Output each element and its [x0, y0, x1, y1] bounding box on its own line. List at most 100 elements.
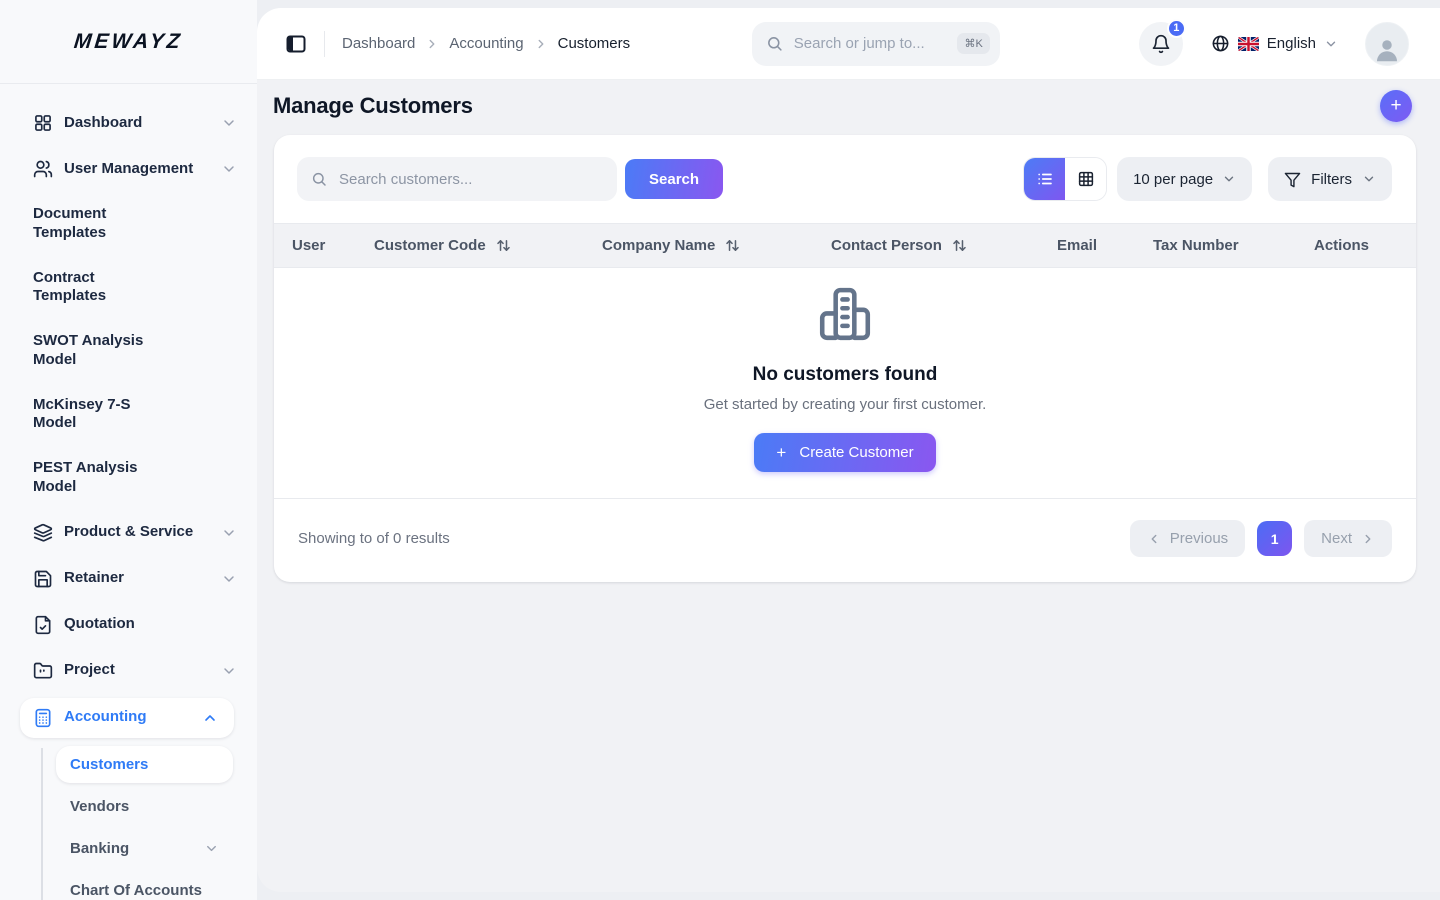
view-toggle — [1023, 157, 1107, 201]
sidebar-item-dashboard[interactable]: Dashboard — [0, 104, 257, 142]
chevron-right-icon — [1361, 532, 1375, 546]
sidebar-subitem-customers[interactable]: Customers — [56, 746, 233, 783]
chevron-left-icon — [1147, 532, 1161, 546]
sidebar-subitem-label: Customers — [70, 756, 148, 773]
grid-view-button[interactable] — [1065, 158, 1106, 200]
create-customer-label: Create Customer — [799, 444, 913, 461]
sidebar: MEWAYZ Dashboard User Management Documen… — [0, 0, 257, 900]
chevron-down-icon — [221, 571, 237, 587]
header-actions: 1 English — [1139, 22, 1409, 66]
sidebar-subitem-banking[interactable]: Banking — [56, 830, 233, 867]
previous-page-button[interactable]: Previous — [1130, 520, 1245, 557]
sidebar-item-product-service[interactable]: Product & Service — [0, 514, 257, 552]
sidebar-item-label: Product & Service — [64, 523, 193, 542]
empty-state-title: No customers found — [274, 364, 1416, 386]
notification-count-badge: 1 — [1167, 19, 1186, 38]
sidebar-item-quotation[interactable]: Quotation — [0, 606, 257, 644]
sidebar-subitem-label: Vendors — [70, 798, 129, 815]
sidebar-item-label: Contract Templates — [33, 269, 171, 307]
add-customer-button[interactable]: + — [1380, 90, 1412, 122]
column-header-user: User — [274, 224, 374, 268]
next-page-button[interactable]: Next — [1304, 520, 1392, 557]
per-page-value: 10 per page — [1133, 171, 1213, 188]
sidebar-item-label: PEST Analysis Model — [33, 459, 171, 497]
notifications-button[interactable]: 1 — [1139, 22, 1183, 66]
column-header-company-name[interactable]: Company Name — [602, 224, 831, 268]
sidebar-item-mckinsey-7s[interactable]: McKinsey 7-S Model — [0, 387, 257, 443]
empty-state: No customers found Get started by creati… — [274, 268, 1416, 498]
breadcrumb-dashboard[interactable]: Dashboard — [342, 35, 415, 52]
filters-button[interactable]: Filters — [1268, 157, 1392, 201]
main-panel: Dashboard Accounting Customers ⌘K 1 Engl… — [257, 8, 1440, 892]
column-header-customer-code[interactable]: Customer Code — [374, 224, 602, 268]
list-view-button[interactable] — [1024, 158, 1065, 200]
chevron-right-icon — [425, 37, 439, 51]
chevron-down-icon — [221, 663, 237, 679]
sidebar-item-user-management[interactable]: User Management — [0, 150, 257, 188]
search-icon — [311, 171, 327, 187]
create-customer-button[interactable]: + Create Customer — [754, 433, 935, 472]
sidebar-item-retainer[interactable]: Retainer — [0, 560, 257, 598]
accounting-submenu: Customers Vendors Banking Chart Of Accou… — [0, 746, 257, 900]
grid-icon — [1077, 170, 1095, 188]
customers-table: User Customer Code Company Name Contact … — [274, 223, 1416, 268]
sidebar-item-label: Document Templates — [33, 205, 171, 243]
sidebar-item-label: Project — [64, 661, 115, 680]
calculator-icon — [33, 708, 53, 728]
card-footer: Showing to of 0 results Previous 1 Next — [274, 499, 1416, 582]
plus-icon: + — [776, 443, 786, 463]
customer-search-input[interactable] — [337, 170, 603, 189]
layers-icon — [33, 523, 53, 543]
folder-icon — [33, 661, 53, 681]
chevron-down-icon — [221, 525, 237, 541]
language-selector[interactable]: English — [1211, 34, 1338, 53]
sidebar-toggle-icon[interactable] — [284, 32, 308, 56]
breadcrumb: Dashboard Accounting Customers — [342, 35, 630, 52]
chevron-up-icon — [202, 710, 218, 726]
keyboard-shortcut-badge: ⌘K — [957, 33, 989, 54]
chevron-right-icon — [534, 37, 548, 51]
user-avatar[interactable] — [1365, 22, 1409, 66]
sidebar-item-label: SWOT Analysis Model — [33, 332, 171, 370]
column-header-contact-person[interactable]: Contact Person — [831, 224, 1057, 268]
save-icon — [33, 569, 53, 589]
sidebar-item-label: Accounting — [64, 708, 147, 727]
top-bar: Dashboard Accounting Customers ⌘K 1 Engl… — [257, 8, 1440, 80]
grid-icon — [33, 113, 53, 133]
results-summary: Showing to of 0 results — [298, 530, 450, 547]
chevron-down-icon — [221, 161, 237, 177]
chevron-down-icon — [1222, 172, 1236, 186]
breadcrumb-accounting[interactable]: Accounting — [449, 35, 523, 52]
sort-icon — [724, 237, 741, 254]
global-search: ⌘K — [752, 22, 1000, 66]
column-header-tax-number: Tax Number — [1153, 224, 1314, 268]
sidebar-item-document-templates[interactable]: Document Templates — [0, 196, 257, 252]
chevron-down-icon — [1324, 37, 1338, 51]
plus-icon: + — [1390, 96, 1401, 115]
sidebar-item-swot-analysis[interactable]: SWOT Analysis Model — [0, 323, 257, 379]
next-label: Next — [1321, 530, 1352, 547]
per-page-select[interactable]: 10 per page — [1117, 157, 1252, 201]
search-icon — [766, 35, 783, 52]
global-search-input[interactable] — [792, 34, 949, 53]
language-label: English — [1267, 35, 1316, 52]
page-title: Manage Customers — [273, 93, 473, 119]
pagination: Previous 1 Next — [1130, 520, 1392, 557]
users-icon — [33, 159, 53, 179]
sidebar-subitem-chart-of-accounts[interactable]: Chart Of Accounts — [56, 872, 233, 900]
filters-label: Filters — [1311, 171, 1352, 188]
page-number-button[interactable]: 1 — [1257, 521, 1292, 556]
sidebar-item-project[interactable]: Project — [0, 652, 257, 690]
page-head: Manage Customers + — [257, 80, 1440, 135]
sidebar-item-accounting[interactable]: Accounting — [20, 698, 234, 738]
previous-label: Previous — [1170, 530, 1228, 547]
person-icon — [1372, 35, 1402, 65]
sidebar-subitem-vendors[interactable]: Vendors — [56, 788, 233, 825]
sidebar-subitem-label: Banking — [70, 840, 129, 857]
sidebar-item-label: User Management — [64, 160, 193, 179]
sidebar-item-pest-analysis[interactable]: PEST Analysis Model — [0, 450, 257, 506]
sidebar-item-contract-templates[interactable]: Contract Templates — [0, 260, 257, 316]
column-header-actions: Actions — [1314, 224, 1416, 268]
search-button[interactable]: Search — [625, 159, 723, 199]
chevron-down-icon — [221, 115, 237, 131]
